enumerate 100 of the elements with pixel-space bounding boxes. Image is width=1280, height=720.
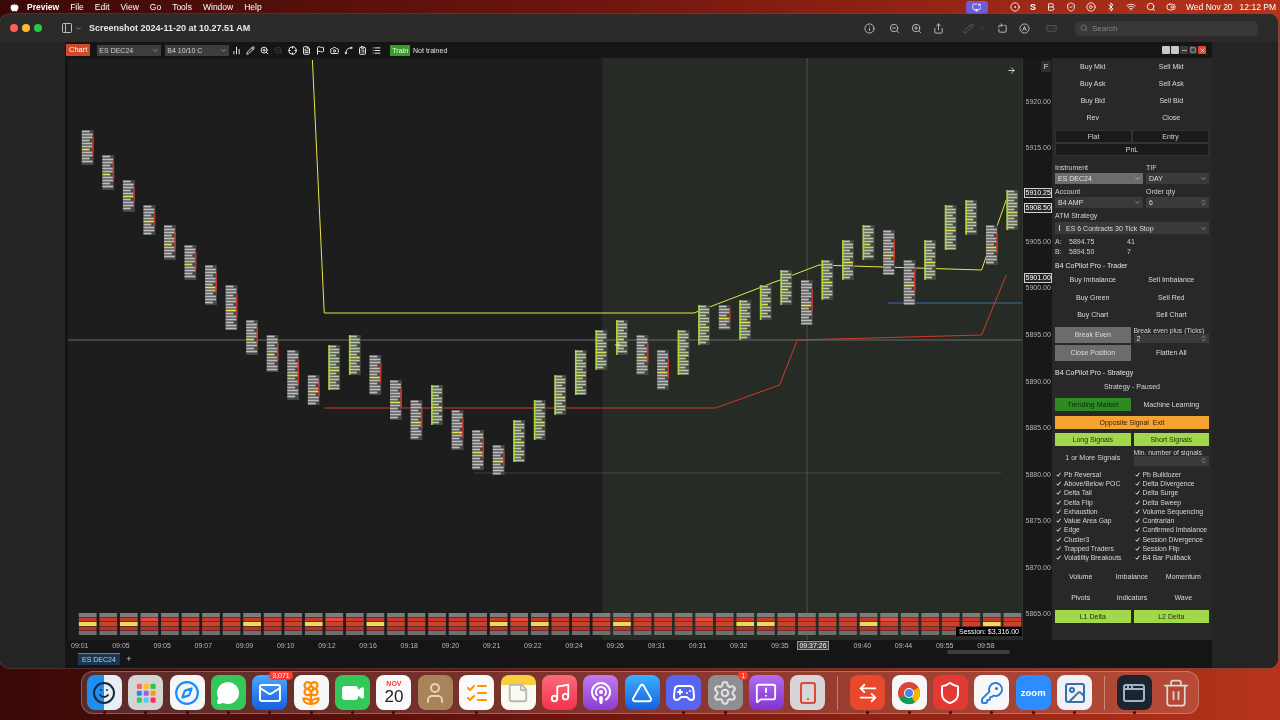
app-grid-icon[interactable]: [128, 675, 164, 710]
shield-icon[interactable]: [932, 675, 968, 710]
menu-item[interactable]: Edit: [94, 2, 110, 12]
key-icon[interactable]: [974, 675, 1010, 710]
checkbox[interactable]: [1056, 518, 1061, 524]
round-logo-icon[interactable]: [891, 675, 927, 710]
line-tool-icon[interactable]: [344, 45, 354, 55]
music-note-icon[interactable]: [542, 675, 577, 710]
bar-chart-icon[interactable]: [232, 45, 242, 55]
wifi-icon[interactable]: [1126, 2, 1136, 12]
checkbox[interactable]: [1056, 527, 1061, 533]
window-tile-icon[interactable]: [1162, 46, 1170, 54]
flag-icon[interactable]: [316, 45, 326, 55]
sidebar-icon[interactable]: [61, 22, 73, 34]
bluetooth-icon[interactable]: [1106, 2, 1116, 12]
time-text[interactable]: 12:12 PM: [1239, 2, 1276, 12]
phone-icon[interactable]: [790, 675, 826, 710]
checkbox[interactable]: [1134, 546, 1140, 551]
left-right-arrows-icon[interactable]: [850, 675, 886, 710]
min-signals-field[interactable]: [1133, 455, 1209, 466]
checkbox[interactable]: [1134, 518, 1140, 524]
flower-icon[interactable]: [293, 675, 329, 710]
screen-share-icon[interactable]: [965, 0, 988, 14]
bold-icon[interactable]: [1046, 2, 1056, 12]
menu-item[interactable]: View: [120, 2, 139, 12]
checkbox[interactable]: [1134, 555, 1140, 561]
checkbox[interactable]: [1056, 546, 1061, 551]
person-silhouette-icon[interactable]: [417, 675, 453, 710]
maximize-icon[interactable]: [1189, 46, 1197, 54]
podcast-icon[interactable]: [583, 675, 619, 710]
checkbox[interactable]: [1056, 471, 1061, 477]
clipboard-icon[interactable]: [358, 45, 368, 55]
crosshair-icon[interactable]: [288, 45, 298, 55]
pencil-icon[interactable]: [246, 45, 256, 55]
speech-bubble-icon[interactable]: [210, 675, 246, 710]
scrollbar[interactable]: [947, 650, 1010, 654]
zoom-window-button[interactable]: [34, 24, 42, 32]
checkbox[interactable]: [1134, 499, 1140, 505]
checkbox[interactable]: [1056, 508, 1061, 514]
document-icon[interactable]: [302, 45, 312, 55]
checkbox[interactable]: [1134, 471, 1140, 477]
compass-icon[interactable]: [169, 675, 205, 710]
checkbox[interactable]: [1134, 527, 1140, 533]
share-icon[interactable]: [933, 22, 944, 34]
chevron-down-icon[interactable]: [1200, 224, 1207, 232]
date-text[interactable]: Wed Nov 20: [1186, 2, 1233, 12]
window-thumbnail-icon[interactable]: [1116, 675, 1152, 710]
video-camera-icon[interactable]: [335, 675, 371, 710]
checklist-icon[interactable]: [459, 675, 495, 710]
gear-icon[interactable]: [707, 675, 743, 710]
add-tab-button[interactable]: +: [123, 653, 134, 665]
minimize-icon[interactable]: [1180, 46, 1188, 54]
play-circle-icon[interactable]: [1086, 2, 1096, 12]
checkbox[interactable]: [1056, 490, 1061, 496]
circle-dot-icon[interactable]: [1009, 2, 1020, 12]
smiling-face-icon[interactable]: [86, 675, 122, 710]
apple-icon[interactable]: [10, 2, 19, 12]
chevron-down-icon[interactable]: [1200, 175, 1207, 182]
menu-item[interactable]: Window: [202, 2, 234, 12]
window-tile-icon[interactable]: [1171, 46, 1179, 54]
checkbox[interactable]: [1134, 480, 1140, 486]
close-icon[interactable]: [1198, 46, 1206, 54]
chevron-down-icon[interactable]: [220, 46, 228, 54]
minimize-window-button[interactable]: [22, 24, 30, 32]
zoom-in-icon[interactable]: [260, 45, 270, 55]
checkbox[interactable]: [1056, 536, 1061, 542]
zoom-out-icon[interactable]: [889, 22, 900, 34]
camera-icon[interactable]: [330, 45, 340, 55]
chevron-down-icon[interactable]: [75, 24, 82, 32]
close-window-button[interactable]: [10, 24, 18, 32]
menu-item[interactable]: Tools: [172, 2, 192, 12]
rotate-icon[interactable]: [997, 22, 1008, 34]
checkbox[interactable]: [1056, 555, 1061, 561]
checkbox[interactable]: [1056, 480, 1061, 486]
arrow-right-icon[interactable]: [1007, 66, 1016, 75]
menu-item[interactable]: File: [70, 2, 84, 12]
zoom-in-icon[interactable]: [911, 22, 922, 34]
checkbox[interactable]: [1134, 508, 1140, 514]
menu-item[interactable]: Go: [149, 2, 162, 12]
spinner-arrows-icon[interactable]: [1200, 199, 1207, 206]
spinner-arrows-icon[interactable]: [1200, 334, 1207, 342]
status-menu-letter[interactable]: S: [1029, 2, 1036, 12]
annotate-icon[interactable]: [1019, 22, 1030, 34]
checkbox[interactable]: [1056, 499, 1061, 505]
chevron-down-icon[interactable]: [1134, 199, 1141, 206]
app-menu[interactable]: Preview: [27, 2, 60, 12]
envelope-icon[interactable]: [252, 675, 288, 710]
checkbox[interactable]: [1134, 536, 1140, 542]
menu-item[interactable]: Help: [244, 2, 262, 12]
spinner-arrows-icon[interactable]: [1200, 457, 1207, 464]
chevron-down-icon[interactable]: [152, 46, 160, 54]
shield-icon[interactable]: [1066, 2, 1076, 12]
list-icon[interactable]: [372, 45, 382, 55]
search-icon[interactable]: [1146, 2, 1156, 12]
alert-bubble-icon[interactable]: [748, 675, 784, 710]
image-icon[interactable]: [1057, 675, 1093, 710]
checkbox[interactable]: [1134, 490, 1140, 496]
notepad-icon[interactable]: [500, 675, 536, 710]
info-icon[interactable]: [864, 22, 875, 34]
toggles-icon[interactable]: [1166, 2, 1176, 12]
